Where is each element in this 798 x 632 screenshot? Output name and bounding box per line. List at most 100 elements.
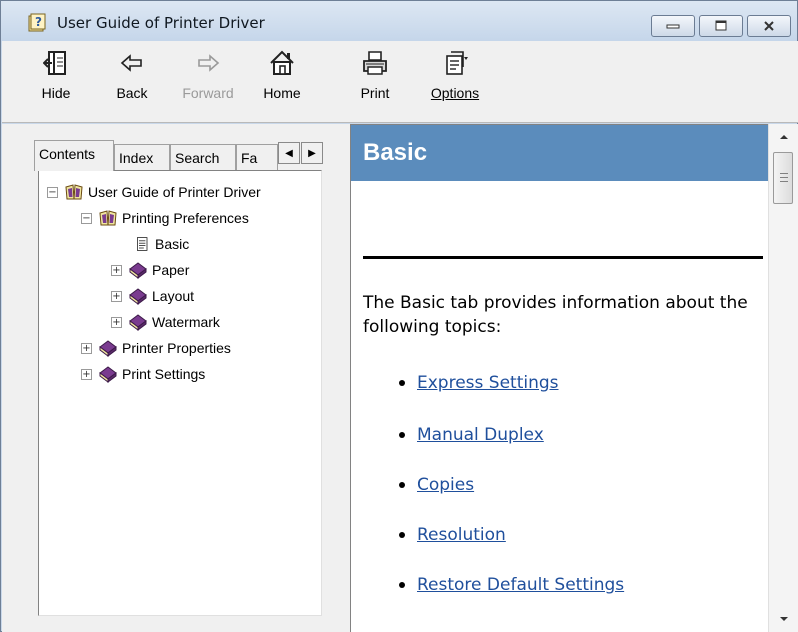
help-book-icon: ?: [28, 13, 46, 32]
tree-item-print-settings[interactable]: + Print Settings: [81, 361, 205, 387]
open-book-icon: [65, 184, 83, 200]
scroll-down-icon: [780, 617, 788, 621]
scroll-down-button[interactable]: [769, 608, 798, 630]
manual-duplex-link[interactable]: Manual Duplex: [417, 425, 544, 445]
bullet-icon: [399, 582, 405, 588]
back-arrow-icon: [120, 54, 142, 72]
close-icon: [764, 21, 774, 31]
title-bar[interactable]: ? User Guide of Printer Driver: [1, 1, 797, 41]
print-label: Print: [360, 85, 390, 101]
tab-search[interactable]: Search: [170, 144, 236, 170]
scroll-thumb[interactable]: [773, 152, 793, 204]
tree-item-printing-preferences-label: Printing Preferences: [122, 210, 249, 226]
grip-line: [780, 177, 788, 178]
print-button[interactable]: Print: [354, 49, 396, 101]
closed-book-icon: [129, 314, 147, 331]
tab-index-label: Index: [119, 150, 154, 166]
hide-label: Hide: [41, 85, 71, 101]
options-label: Options: [422, 85, 488, 101]
tree-item-watermark[interactable]: + Watermark: [111, 309, 220, 335]
window-title: User Guide of Printer Driver: [57, 14, 265, 32]
bullet-icon: [399, 432, 405, 438]
home-label: Home: [263, 85, 301, 101]
topic-heading-bar: Basic: [351, 125, 768, 181]
tab-favorites-label: Fa: [241, 150, 258, 166]
home-button[interactable]: Home: [252, 49, 312, 101]
topic-heading: Basic: [363, 139, 428, 166]
restore-default-settings-link[interactable]: Restore Default Settings: [417, 575, 624, 595]
open-book-icon: [99, 210, 117, 226]
grip-line: [780, 181, 788, 182]
expand-icon[interactable]: +: [111, 264, 122, 276]
collapse-icon[interactable]: −: [47, 186, 58, 198]
expand-icon[interactable]: +: [81, 342, 92, 354]
maximize-icon: [715, 20, 727, 31]
forward-button[interactable]: Forward: [176, 49, 240, 101]
toolbar: Hide Back Forward Home Print Options: [2, 41, 798, 123]
help-window: ? User Guide of Printer Driver Hide Back…: [0, 0, 798, 632]
tab-scroll-right-button[interactable]: ▶: [301, 142, 323, 164]
maximize-button[interactable]: [699, 15, 743, 37]
content-scrollbar[interactable]: [768, 124, 798, 632]
options-icon: [446, 51, 468, 75]
tree-item-layout[interactable]: + Layout: [111, 283, 194, 309]
grip-line: [780, 173, 788, 174]
closed-book-icon: [99, 366, 117, 383]
closed-book-icon: [129, 288, 147, 305]
tree-item-printer-properties[interactable]: + Printer Properties: [81, 335, 231, 361]
chevron-left-icon: ◀: [285, 147, 293, 159]
options-button[interactable]: Options: [422, 49, 488, 101]
tree-item-root-label: User Guide of Printer Driver: [88, 184, 261, 200]
expand-icon[interactable]: +: [111, 316, 122, 328]
forward-arrow-icon: [198, 54, 220, 72]
resolution-link[interactable]: Resolution: [417, 525, 506, 545]
expand-icon[interactable]: +: [81, 368, 92, 380]
home-icon: [270, 50, 294, 75]
closed-book-icon: [129, 262, 147, 279]
navigation-pane: Contents Index Search Fa ◀ ▶ − User Guid…: [2, 124, 342, 632]
bullet-icon: [399, 380, 405, 386]
page-icon: [137, 237, 148, 251]
bullet-icon: [399, 532, 405, 538]
tree-item-paper[interactable]: + Paper: [111, 257, 189, 283]
minimize-button[interactable]: [651, 15, 695, 37]
options-label-text: Options: [430, 85, 480, 101]
back-button[interactable]: Back: [106, 49, 158, 101]
tree-item-basic[interactable]: Basic: [135, 231, 189, 257]
contents-tree: − User Guide of Printer Driver − Printin…: [38, 170, 322, 616]
close-button[interactable]: [747, 15, 791, 37]
tab-contents-label: Contents: [39, 146, 96, 162]
topic-list-item: Copies: [399, 475, 474, 495]
closed-book-icon: [99, 340, 117, 357]
tree-item-printer-properties-label: Printer Properties: [122, 340, 231, 356]
minimize-icon: [666, 24, 680, 29]
forward-label: Forward: [182, 85, 234, 101]
scroll-up-button[interactable]: [769, 126, 798, 148]
copies-link[interactable]: Copies: [417, 475, 474, 495]
pane-splitter[interactable]: [342, 124, 350, 632]
printer-icon: [363, 51, 387, 75]
topic-intro: The Basic tab provides information about…: [363, 293, 748, 337]
hide-button[interactable]: Hide: [32, 49, 80, 101]
tree-item-basic-label: Basic: [155, 236, 190, 252]
topic-content: Basic The Basic tab provides information…: [350, 124, 768, 632]
express-settings-link[interactable]: Express Settings: [417, 373, 559, 393]
horizontal-rule: [363, 256, 763, 259]
svg-text:?: ?: [35, 15, 42, 29]
tab-scroll-left-button[interactable]: ◀: [278, 142, 300, 164]
tree-item-layout-label: Layout: [152, 288, 195, 304]
tree-item-root[interactable]: − User Guide of Printer Driver: [47, 179, 261, 205]
tab-favorites[interactable]: Fa: [236, 144, 278, 170]
tree-item-printing-preferences[interactable]: − Printing Preferences: [81, 205, 249, 231]
collapse-icon[interactable]: −: [81, 212, 92, 224]
tab-contents[interactable]: Contents: [34, 140, 114, 171]
tree-item-paper-label: Paper: [152, 262, 190, 278]
back-label: Back: [116, 85, 148, 101]
expand-icon[interactable]: +: [111, 290, 122, 302]
topic-list-item: Resolution: [399, 525, 506, 545]
hide-pane-icon: [43, 51, 66, 75]
chevron-right-icon: ▶: [308, 147, 316, 159]
tab-index[interactable]: Index: [114, 144, 170, 170]
tree-item-watermark-label: Watermark: [152, 314, 220, 330]
topic-list-item: Express Settings: [399, 373, 559, 393]
